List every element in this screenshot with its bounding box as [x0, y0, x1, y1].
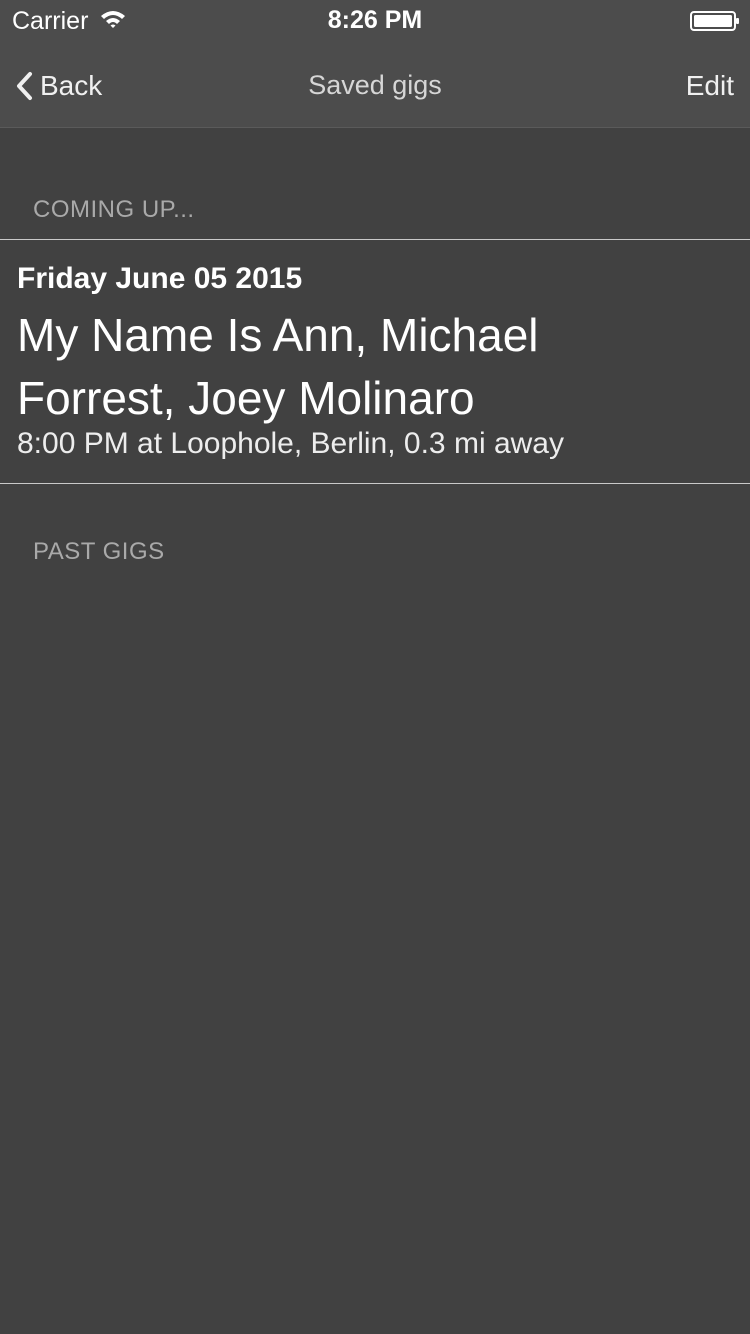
status-time: 8:26 PM: [327, 6, 423, 34]
section-header-coming-up: COMING UP...: [33, 196, 195, 223]
gig-date: Friday June 05 2015: [17, 262, 303, 295]
battery-icon: [690, 11, 739, 31]
gig-list-item[interactable]: Friday June 05 2015 My Name Is Ann, Mich…: [0, 239, 750, 484]
page-title: Saved gigs: [308, 70, 442, 100]
status-bar: Carrier 8:26 PM: [0, 0, 750, 40]
section-header-past-gigs: PAST GIGS: [33, 538, 165, 565]
edit-button[interactable]: Edit: [686, 70, 734, 102]
gig-artists: My Name Is Ann, Michael Forrest, Joey Mo…: [17, 309, 539, 424]
saved-gigs-screen: Carrier 8:26 PM Back Saved gigs Edit COM…: [0, 0, 750, 1334]
navigation-bar: Back Saved gigs Edit: [0, 40, 750, 128]
gig-details: 8:00 PM at Loophole, Berlin, 0.3 mi away: [17, 427, 564, 460]
